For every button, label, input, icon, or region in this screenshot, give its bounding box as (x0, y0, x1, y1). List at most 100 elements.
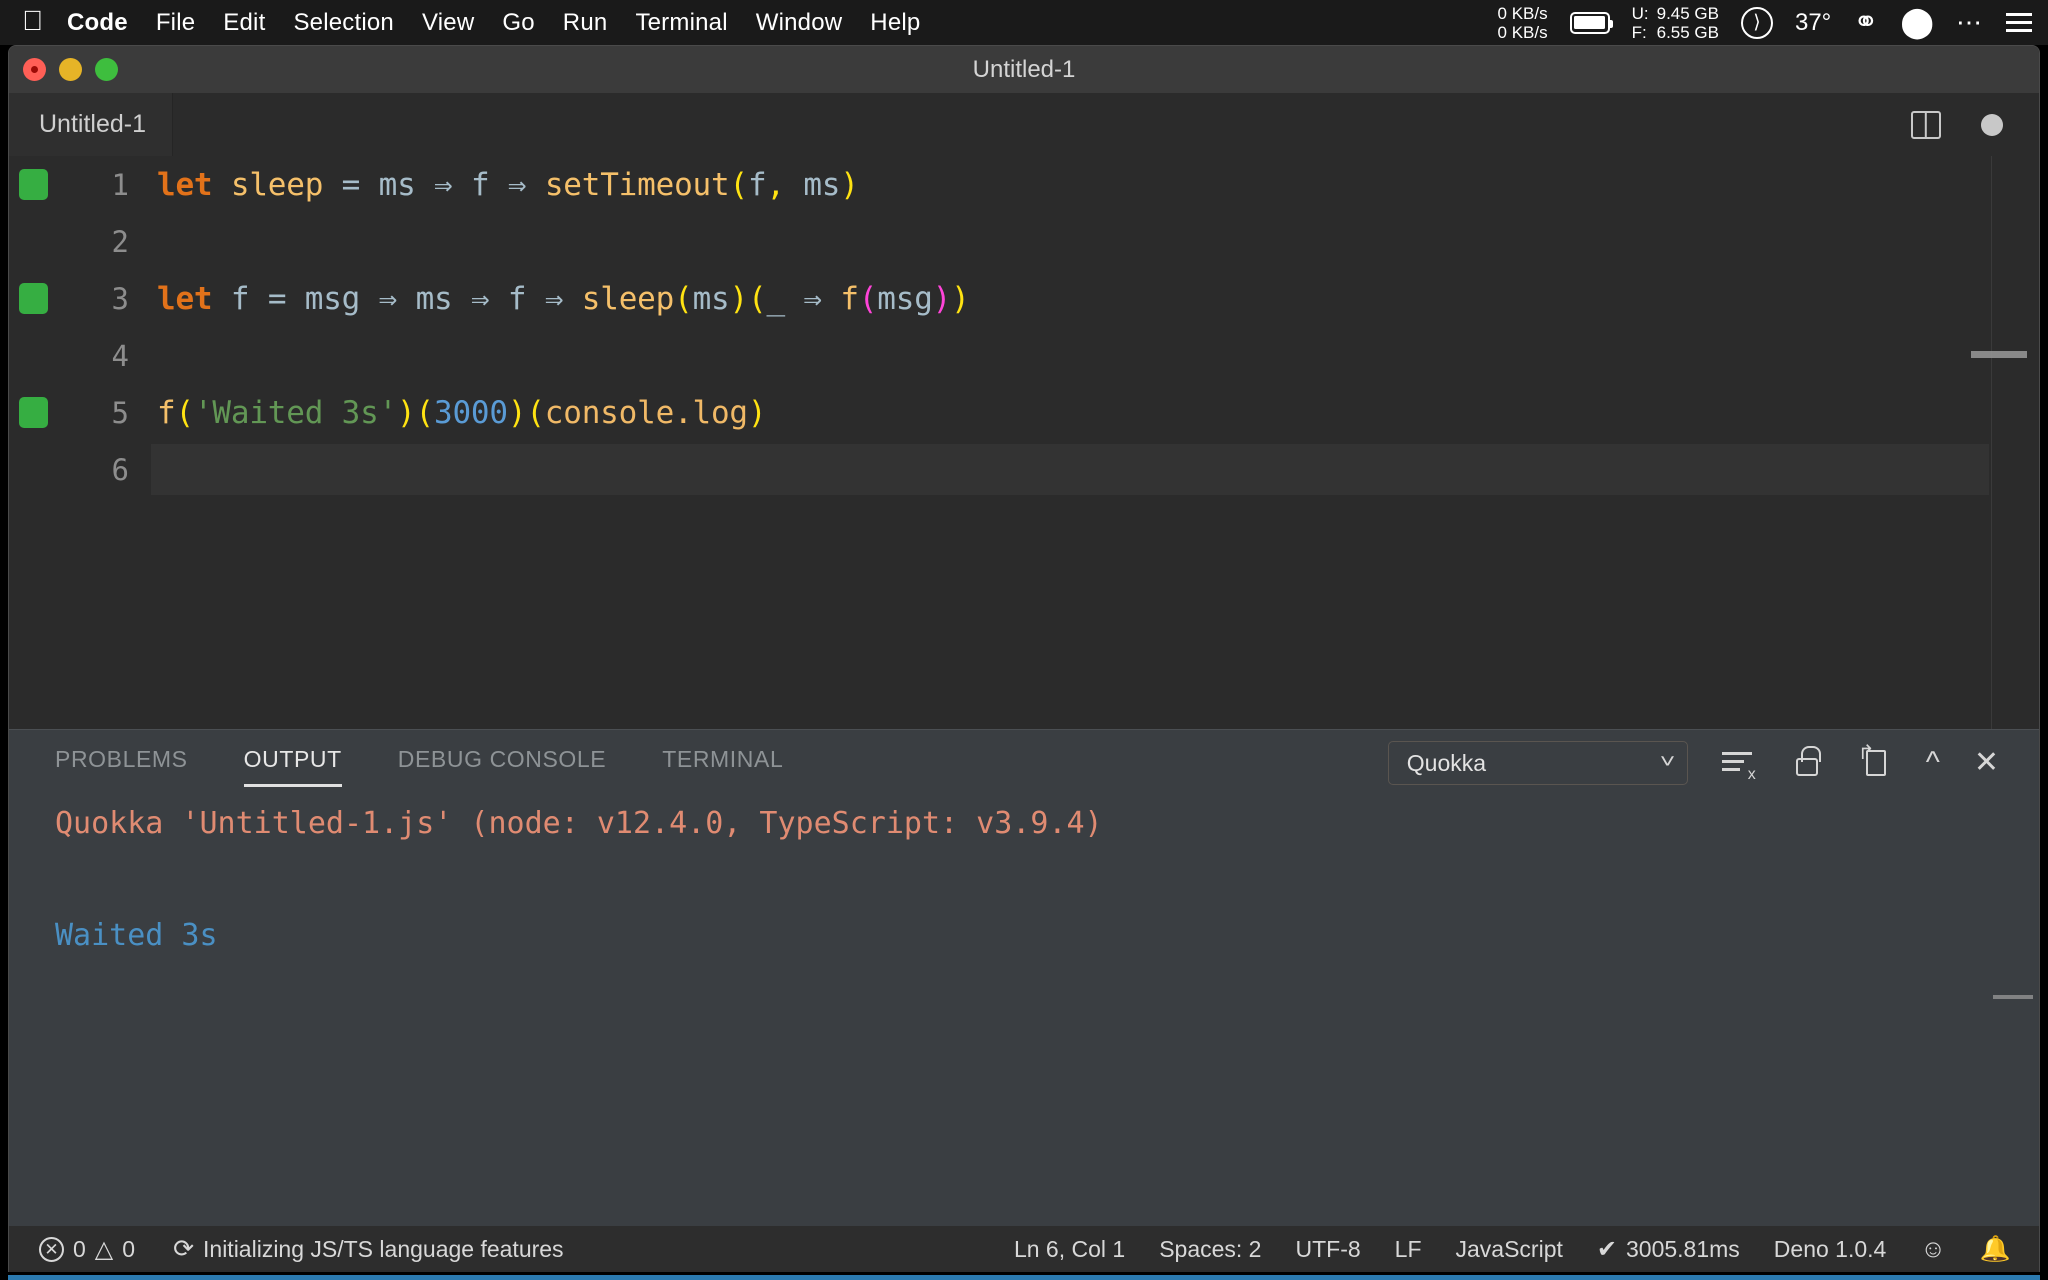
code-token: ( (729, 166, 748, 203)
code-token: ms (803, 166, 841, 203)
encoding-status[interactable]: UTF-8 (1295, 1236, 1360, 1263)
panel-tabs: PROBLEMS OUTPUT DEBUG CONSOLE TERMINAL (55, 746, 839, 787)
code-line[interactable]: 2 (9, 213, 2039, 270)
code-line[interactable]: 5 f('Waited 3s')(3000)(console.log) (9, 384, 2039, 441)
code-token: ⇒ (434, 166, 453, 203)
quokka-live-indicator[interactable] (19, 169, 48, 200)
menu-item-go[interactable]: Go (502, 9, 534, 37)
code-line[interactable]: 4 (9, 327, 2039, 384)
cursor-position[interactable]: Ln 6, Col 1 (1014, 1236, 1125, 1263)
menu-item-view[interactable]: View (422, 9, 474, 37)
close-panel-icon[interactable]: ✕ (1974, 748, 1999, 778)
menu-item-selection[interactable]: Selection (293, 9, 394, 37)
language-mode-status[interactable]: JavaScript (1456, 1236, 1563, 1263)
battery-icon[interactable] (1569, 11, 1613, 34)
output-channel-select[interactable]: Quokka ˅ (1387, 741, 1688, 785)
panel-tab-debug-console[interactable]: DEBUG CONSOLE (398, 746, 606, 781)
panel-tab-output[interactable]: OUTPUT (243, 746, 342, 787)
editor-tab-untitled-1[interactable]: Untitled-1 (9, 93, 173, 156)
menu-item-run[interactable]: Run (563, 9, 608, 37)
menu-items: Code File Edit Selection View Go Run Terminal Wi… (67, 9, 948, 37)
chevron-up-icon[interactable]: ^ (1926, 748, 1940, 778)
split-editor-icon[interactable] (1911, 110, 1941, 139)
bell-icon[interactable]: 🔔 (1980, 1235, 2011, 1264)
menu-item-help[interactable]: Help (870, 9, 920, 37)
code-editor[interactable]: 1 let sleep = ms ⇒ f ⇒ setTimeout(f, ms) 2… (9, 156, 2039, 729)
macos-menu-bar:  Code File Edit Selection View Go Run Terminal… (0, 0, 2048, 45)
status-bar-right: Ln 6, Col 1 Spaces: 2 UTF-8 LF JavaScrip… (1014, 1235, 2039, 1264)
code-token: f (157, 394, 176, 431)
indentation-status[interactable]: Spaces: 2 (1159, 1236, 1261, 1263)
runtime-status[interactable]: Deno 1.0.4 (1774, 1236, 1887, 1263)
quokka-runtime-status[interactable]: ✔ 3005.81ms (1597, 1235, 1740, 1264)
code-token: 'Waited 3s' (193, 394, 398, 431)
output-channel-value: Quokka (1406, 749, 1487, 776)
problems-status[interactable]: ✕ 0 △ 0 (39, 1236, 135, 1263)
code-line-content: let f = msg ⇒ ms ⇒ f ⇒ sleep(ms)(_ ⇒ f(m… (157, 281, 970, 317)
window-accent-bar (8, 1275, 2040, 1280)
code-token: = (267, 280, 287, 317)
feedback-icon[interactable]: ☺ (1920, 1235, 1946, 1264)
menu-item-edit[interactable]: Edit (223, 9, 265, 37)
ellipsis-icon[interactable]: ⋯ (1956, 9, 1984, 34)
menu-item-file[interactable]: File (156, 9, 195, 37)
code-token: ) (507, 394, 527, 431)
open-in-new-editor-icon[interactable] (1858, 740, 1892, 780)
code-token: let (157, 166, 213, 203)
code-token: ) (747, 394, 767, 431)
moon-phase-icon[interactable]: ⟩ (1740, 6, 1773, 39)
temperature-indicator[interactable]: 37° (1795, 9, 1831, 37)
code-token: ⇒ (803, 280, 822, 317)
clear-output-icon[interactable]: x (1721, 746, 1756, 783)
code-token: f (840, 280, 859, 317)
status-bar: ✕ 0 △ 0 ⟳ Initializing JS/TS language fe… (9, 1226, 2039, 1272)
editor-scrollbar-thumb[interactable] (1971, 351, 2027, 358)
editor-lines: 1 let sleep = ms ⇒ f ⇒ setTimeout(f, ms) 2… (9, 156, 2039, 498)
code-line[interactable]: 3 let f = msg ⇒ ms ⇒ f ⇒ sleep(ms)(_ ⇒ f(… (9, 270, 2039, 327)
panel-tab-terminal[interactable]: TERMINAL (662, 746, 783, 781)
code-token: ⇒ (470, 280, 490, 317)
code-token: f (230, 280, 250, 317)
code-line-content: let sleep = ms ⇒ f ⇒ setTimeout(f, ms) (157, 167, 859, 203)
status-bar-left: ✕ 0 △ 0 ⟳ Initializing JS/TS language fe… (9, 1236, 564, 1263)
memory-free-value: 6.55 GB (1656, 22, 1719, 42)
task-message: Initializing JS/TS language features (203, 1236, 564, 1262)
more-actions-dot[interactable] (1981, 113, 2003, 136)
shield-icon[interactable]: ⬤ (1900, 7, 1934, 38)
menu-item-terminal[interactable]: Terminal (635, 9, 727, 37)
apple-logo-icon[interactable]:  (22, 6, 43, 35)
code-token: ( (415, 394, 435, 431)
menu-item-code[interactable]: Code (67, 9, 128, 37)
panel-tab-problems[interactable]: PROBLEMS (55, 746, 188, 781)
code-token: ms (692, 280, 730, 317)
network-speed-indicator[interactable]: 0 KB/s 0 KB/s (1498, 4, 1548, 42)
code-line[interactable]: 6 (9, 441, 2039, 498)
editor-tabs-bar: Untitled-1 (9, 93, 2039, 156)
current-line-highlight (151, 444, 1989, 495)
lock-icon[interactable] (1790, 746, 1824, 780)
quokka-live-indicator[interactable] (19, 397, 48, 428)
task-status[interactable]: ⟳ Initializing JS/TS language features (173, 1236, 564, 1263)
memory-indicator[interactable]: U: F: 9.45 GB 6.55 GB (1632, 4, 1719, 42)
code-line[interactable]: 1 let sleep = ms ⇒ f ⇒ setTimeout(f, ms) (9, 156, 2039, 213)
code-token: console.log (544, 394, 748, 431)
warning-triangle-icon: △ (94, 1235, 114, 1263)
eye-privacy-icon[interactable]: ⚭ (1853, 7, 1878, 38)
eol-status[interactable]: LF (1395, 1236, 1422, 1263)
quokka-live-indicator[interactable] (19, 283, 48, 314)
menu-item-window[interactable]: Window (756, 9, 843, 37)
panel-scrollbar-thumb[interactable] (1993, 995, 2033, 999)
window-titlebar: Untitled-1 (9, 46, 2039, 93)
list-menu-icon[interactable] (2006, 13, 2032, 32)
network-upload-speed: 0 KB/s (1497, 3, 1548, 23)
